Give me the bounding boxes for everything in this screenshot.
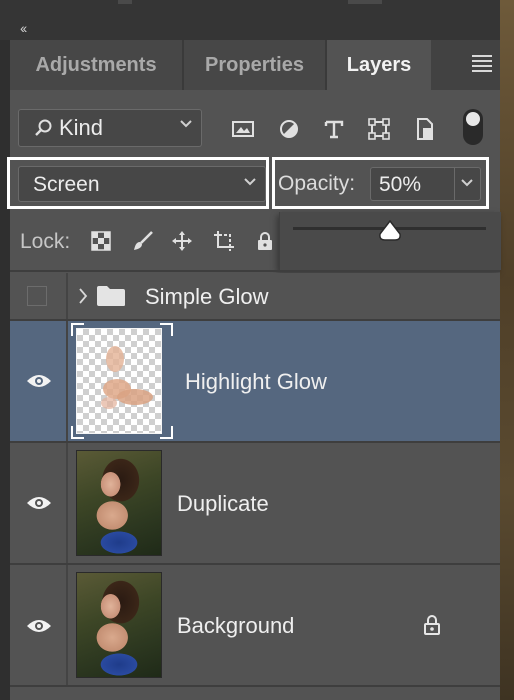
opacity-input[interactable]: 50% xyxy=(370,167,455,201)
type-filter-icon[interactable] xyxy=(321,116,347,142)
opacity-label: Opacity: xyxy=(278,172,356,195)
divider xyxy=(10,270,500,272)
opacity-slider-handle[interactable] xyxy=(378,219,402,242)
toggle-knob xyxy=(466,112,480,126)
eye-icon[interactable] xyxy=(25,617,53,635)
filter-kind-select[interactable]: Kind xyxy=(18,109,202,147)
layer-name[interactable]: Duplicate xyxy=(177,491,269,517)
pixel-filter-icon[interactable] xyxy=(230,116,256,142)
opacity-value: 50% xyxy=(379,173,422,196)
filter-kind-label: Kind xyxy=(59,115,104,140)
eye-icon[interactable] xyxy=(25,372,53,390)
canvas-edge xyxy=(500,0,514,700)
layer-thumbnail[interactable] xyxy=(76,572,162,678)
layer-name[interactable]: Simple Glow xyxy=(145,284,268,310)
layer-thumbnail[interactable] xyxy=(76,450,162,556)
lock-icon[interactable] xyxy=(423,614,441,641)
lock-transparent-pixels-icon[interactable] xyxy=(89,229,113,253)
layer-name[interactable]: Background xyxy=(177,613,294,639)
search-icon xyxy=(35,119,52,136)
top-strip xyxy=(0,0,514,40)
top-divider xyxy=(118,0,132,4)
lock-all-icon[interactable] xyxy=(253,229,277,253)
panel-menu-icon[interactable] xyxy=(472,55,492,72)
tab-adjustments[interactable]: Adjustments xyxy=(10,40,184,90)
top-divider xyxy=(348,0,382,4)
blend-mode-value: Screen xyxy=(33,173,100,196)
opacity-dropdown-button[interactable] xyxy=(455,167,481,201)
tab-layers[interactable]: Layers xyxy=(327,40,431,90)
left-gutter xyxy=(0,40,10,700)
layer-mask-link-frame xyxy=(70,322,173,439)
eye-icon[interactable] xyxy=(25,494,53,512)
adjustment-filter-icon[interactable] xyxy=(276,116,302,142)
divider xyxy=(10,685,500,687)
chevron-down-icon xyxy=(460,176,474,193)
shape-filter-icon[interactable] xyxy=(366,116,392,142)
filter-toggle-switch[interactable] xyxy=(463,109,483,145)
chevron-right-icon[interactable] xyxy=(78,287,88,310)
tab-properties[interactable]: Properties xyxy=(184,40,327,90)
visibility-toggle[interactable] xyxy=(27,286,47,306)
lock-image-pixels-icon[interactable] xyxy=(131,229,155,253)
lock-position-icon[interactable] xyxy=(170,229,194,253)
folder-icon xyxy=(96,285,126,312)
smart-object-filter-icon[interactable] xyxy=(412,116,438,142)
blend-mode-select[interactable]: Screen xyxy=(18,166,266,202)
lock-label: Lock: xyxy=(20,230,71,253)
chevron-down-icon xyxy=(243,175,257,194)
layer-name[interactable]: Highlight Glow xyxy=(185,369,327,395)
lock-artboard-icon[interactable] xyxy=(212,229,236,253)
chevron-down-icon xyxy=(179,117,193,136)
collapse-panels-button[interactable]: ‹‹ xyxy=(20,20,27,36)
